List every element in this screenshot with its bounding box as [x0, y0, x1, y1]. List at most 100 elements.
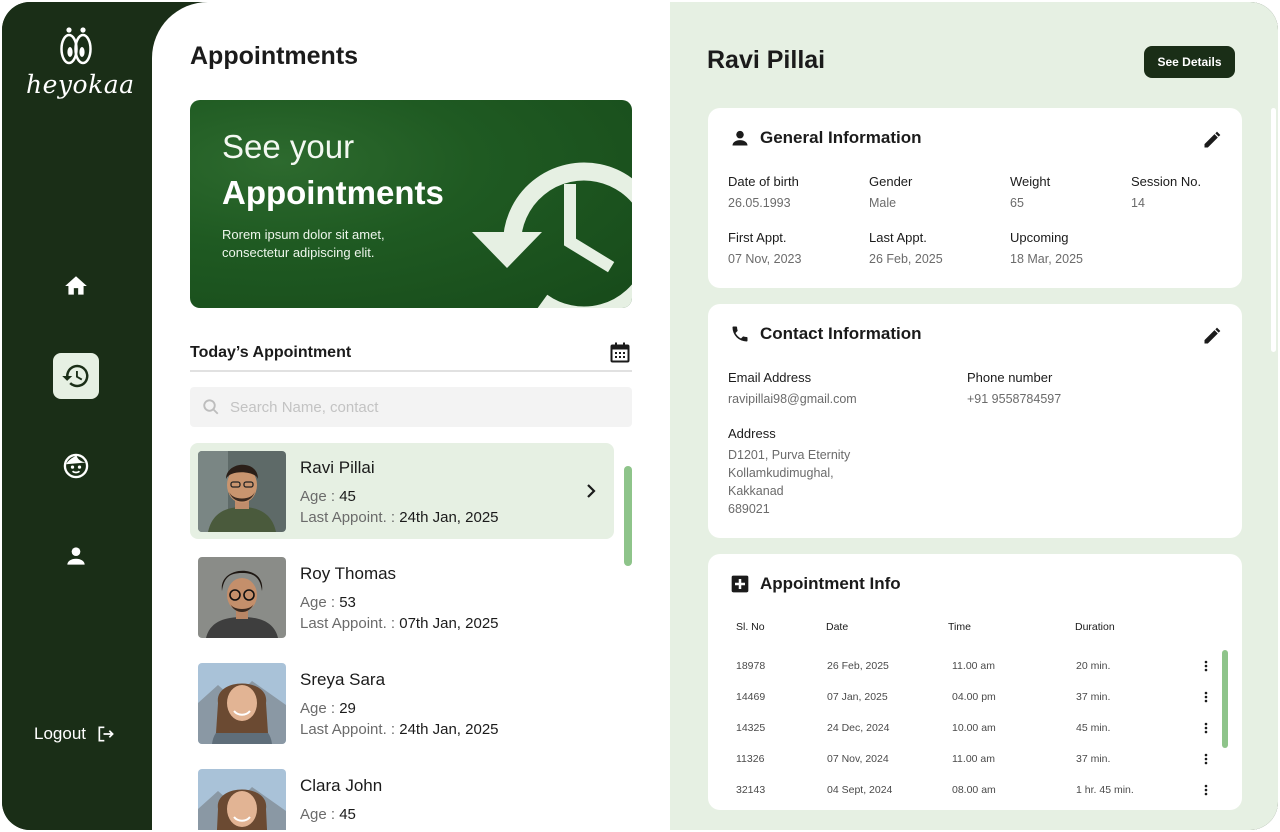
last-appointment-value: 07th Jan, 2025 [399, 615, 499, 632]
page-title: Appointments [190, 42, 359, 70]
banner-heading-line2: Appointments [222, 174, 444, 211]
card-header: General Information [730, 128, 922, 148]
patient-card[interactable]: Sreya Sara Age : 29 Last Appoint. : 24th… [190, 655, 614, 751]
patient-card[interactable]: Clara John Age : 45 [190, 761, 614, 830]
age-value: 53 [339, 594, 356, 611]
sidebar-item-children[interactable] [53, 443, 99, 489]
weight-label: Weight [1010, 174, 1051, 189]
cell-sl-no: 14325 [736, 722, 766, 734]
appointment-info-card: Appointment Info Sl. No Date Time Durati… [708, 554, 1242, 810]
more-options-icon[interactable] [1204, 753, 1208, 765]
todays-appointment-title: Today’s Appointment [190, 344, 352, 361]
card-title: General Information [760, 128, 922, 147]
age-label: Age : [300, 806, 340, 823]
patient-last-appointment: Last Appoint. : 24th Jan, 2025 [300, 721, 499, 738]
gender-label: Gender [869, 174, 913, 189]
cell-date: 24 Dec, 2024 [827, 722, 890, 734]
more-options-icon[interactable] [1204, 784, 1208, 796]
logout-button[interactable]: Logout [34, 724, 116, 744]
age-value: 45 [339, 806, 356, 823]
cell-duration: 37 min. [1076, 753, 1111, 765]
cell-duration: 20 min. [1076, 660, 1111, 672]
banner-subtitle: Rorem ipsum dolor sit amet, consectetur … [222, 227, 385, 260]
phone-icon [732, 326, 748, 342]
sidebar-item-home[interactable] [53, 263, 99, 309]
upcoming-value: 18 Mar, 2025 [1010, 252, 1083, 266]
column-header-sl-no: Sl. No [736, 621, 765, 633]
patient-card[interactable]: Roy Thomas Age : 53 Last Appoint. : 07th… [190, 549, 614, 645]
patient-last-appointment: Last Appoint. : 07th Jan, 2025 [300, 615, 499, 632]
last-appointment-label: Last Appoint. : [300, 721, 400, 738]
patient-card[interactable]: Ravi Pillai Age : 45 Last Appoint. : 24t… [190, 443, 614, 539]
age-label: Age : [300, 488, 340, 505]
patient-last-appointment: Last Appoint. : 24th Jan, 2025 [300, 509, 499, 526]
patient-age: Age : 45 [300, 806, 356, 823]
patient-list-scrollbar[interactable] [624, 466, 632, 566]
patient-age: Age : 45 [300, 488, 356, 505]
last-appointment-value: 24th Jan, 2025 [399, 721, 499, 738]
sidebar-item-appointments[interactable] [53, 353, 99, 399]
logout-label: Logout [34, 724, 86, 743]
history-icon [62, 364, 89, 388]
cell-date: 04 Sept, 2024 [827, 784, 893, 796]
address-line: D1201, Purva Eternity [728, 448, 851, 462]
cell-sl-no: 32143 [736, 784, 766, 796]
patient-avatar [198, 557, 286, 638]
edit-pencil-icon[interactable] [1202, 326, 1222, 346]
patient-name: Sreya Sara [300, 670, 386, 689]
patient-avatar [198, 769, 286, 830]
contact-information-card: Contact Information Email Address ravipi… [708, 304, 1242, 538]
appointments-banner: See your Appointments Rorem ipsum dolor … [190, 100, 632, 308]
patient-list: Ravi Pillai Age : 45 Last Appoint. : 24t… [190, 443, 614, 830]
calendar-icon[interactable] [610, 342, 630, 364]
more-options-icon[interactable] [1204, 660, 1208, 672]
address-line: Kollamkudimughal, [728, 466, 834, 480]
search-bar [190, 387, 632, 427]
address-label: Address [728, 426, 776, 441]
patient-name: Ravi Pillai [300, 458, 375, 477]
cell-date: 26 Feb, 2025 [827, 660, 889, 672]
cell-time: 04.00 pm [952, 691, 996, 703]
last-appointment-label: Last Appoint. : [300, 615, 400, 632]
age-label: Age : [300, 700, 340, 717]
cell-sl-no: 18978 [736, 660, 766, 672]
medical-plus-icon [731, 575, 749, 593]
detail-scrollbar[interactable] [1271, 108, 1276, 352]
address-line: Kakkanad [728, 484, 784, 498]
logout-icon [98, 726, 114, 742]
last-appointment-value: 24th Jan, 2025 [399, 509, 499, 526]
address-line: 689021 [728, 502, 770, 516]
more-options-icon[interactable] [1204, 722, 1208, 734]
column-header-date: Date [826, 621, 849, 633]
edit-pencil-icon[interactable] [1202, 130, 1222, 150]
age-value: 45 [339, 488, 356, 505]
see-details-button[interactable]: See Details [1144, 46, 1235, 78]
cell-duration: 45 min. [1076, 722, 1111, 734]
card-header: Appointment Info [730, 574, 901, 594]
last-appt-label: Last Appt. [869, 230, 927, 245]
phone-value: +91 9558784597 [967, 392, 1062, 406]
session-value: 14 [1131, 196, 1145, 210]
section-divider [190, 370, 632, 372]
table-scrollbar[interactable] [1222, 650, 1228, 748]
app-window: heyokaa Logout Appointments See your App… [2, 2, 1278, 830]
patient-name: Clara John [300, 776, 383, 795]
search-input[interactable] [230, 398, 610, 416]
first-appt-value: 07 Nov, 2023 [728, 252, 802, 266]
session-label: Session No. [1131, 174, 1202, 189]
patient-detail-panel: Ravi Pillai See Details General Informat… [670, 2, 1278, 830]
home-icon [65, 276, 87, 295]
phone-label: Phone number [967, 370, 1053, 385]
cell-sl-no: 11326 [736, 753, 765, 765]
email-value: ravipillai98@gmail.com [728, 392, 857, 406]
cell-duration: 37 min. [1076, 691, 1111, 703]
sidebar-item-profile[interactable] [53, 533, 99, 579]
upcoming-label: Upcoming [1010, 230, 1069, 245]
cell-time: 10.00 am [952, 722, 996, 734]
weight-value: 65 [1010, 196, 1024, 210]
brand-logo: heyokaa [26, 26, 134, 110]
age-value: 29 [339, 700, 356, 717]
patient-name: Roy Thomas [300, 564, 397, 583]
more-options-icon[interactable] [1204, 691, 1208, 703]
cell-date: 07 Nov, 2024 [827, 753, 889, 765]
